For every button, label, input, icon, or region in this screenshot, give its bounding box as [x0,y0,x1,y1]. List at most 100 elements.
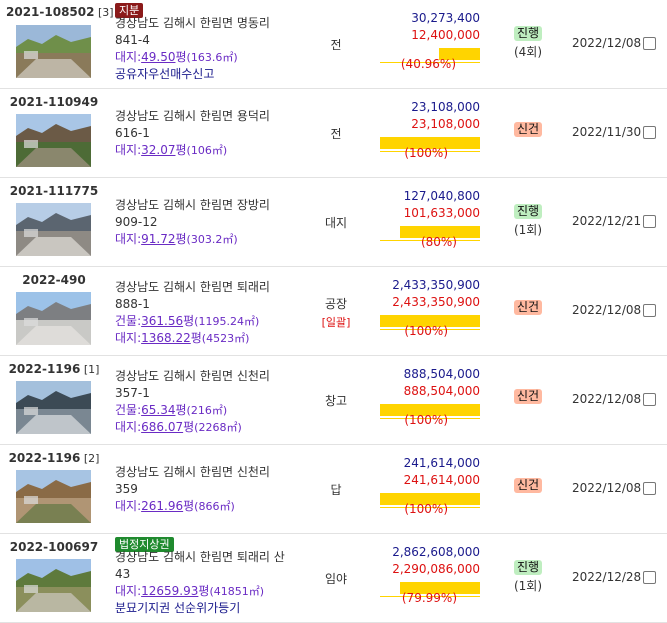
property-kind: 답 [300,481,372,498]
property-photo[interactable] [16,114,91,167]
min-price-ratio: (79.99%) [401,591,457,605]
case-number-text[interactable]: 2022-100697 [10,540,98,554]
area-label: 대지: [115,584,142,598]
area-info: 대지:12659.93평(41851㎡) [115,583,264,600]
property-kind: 창고 [300,392,372,409]
property-photo[interactable] [16,559,91,612]
auction-status: 진행 (1회) [512,560,544,594]
area-info: 대지:49.50평(163.6㎡) [115,49,238,66]
area-sqm: (4523㎡) [201,332,250,345]
auction-row[interactable]: 2022-490 경상남도 김해시 한림면 퇴래리 888-1 건물:361.56평(… [0,267,667,356]
select-checkbox[interactable] [643,482,656,495]
case-number-text[interactable]: 2022-490 [22,273,85,287]
auction-date: 2022/12/08 [572,481,642,495]
select-checkbox[interactable] [643,304,656,317]
case-sub-number: [1] [80,363,100,376]
auction-list: 2021-108502 [3] 지분 경상남도 김해시 한림면 명동리 841-4 대지… [0,0,667,623]
case-number-text[interactable]: 2021-111775 [10,184,98,198]
address-line: 경상남도 김해시 한림면 용덕리 [115,109,270,123]
auction-row[interactable]: 2022-1196 [2] 경상남도 김해시 한림면 신천리 359 대지:261.9… [0,445,667,534]
area-label: 건물: [115,403,142,417]
lot-number: 888-1 [115,297,150,311]
status-tag: 진행 [513,26,543,41]
appraisal-price: 2,862,608,000 [392,545,480,559]
case-number-text[interactable]: 2021-108502 [6,5,94,19]
minimum-price: 888,504,000 [403,384,480,398]
area-unit: 평 [175,143,187,157]
auction-status: 신건 [512,478,544,493]
area-pyeong: 91.72 [141,232,176,246]
area-sqm: (866㎡) [194,500,235,513]
case-number[interactable]: 2022-1196 [2] [6,451,102,465]
area-pyeong: 12659.93 [141,584,199,598]
area-pyeong: 361.56 [141,314,184,328]
area-label: 대지: [115,143,142,157]
area-label: 대지: [115,331,142,345]
minimum-price: 241,614,000 [403,473,480,487]
auction-row[interactable]: 2022-1196 [1] 경상남도 김해시 한림면 신천리 357-1 건물:65.… [0,356,667,445]
area-label: 건물: [115,314,142,328]
property-kind-label: 전 [330,38,342,52]
bid-round-count: (1회) [513,579,543,593]
address-line: 경상남도 김해시 한림면 퇴래리 [115,280,270,294]
case-number[interactable]: 2022-490 [6,273,102,287]
auction-row[interactable]: 2022-100697 법정지상권 경상남도 김해시 한림면 퇴래리 산 43 대지:1… [0,534,667,623]
auction-status: 신건 [512,300,544,315]
case-number[interactable]: 2021-108502 [3] [6,5,114,19]
case-number-text[interactable]: 2022-1196 [9,451,81,465]
area-unit: 평 [175,232,187,246]
status-tag: 신건 [513,478,543,493]
property-photo[interactable] [16,470,91,523]
case-number-text[interactable]: 2022-1196 [9,362,81,376]
area-unit: 평 [198,584,210,598]
auction-date: 2022/11/30 [572,125,642,139]
lot-number: 43 [115,567,131,581]
property-kind: 전 [300,125,372,142]
min-price-ratio: (100%) [404,324,448,338]
area-pyeong: 32.07 [141,143,176,157]
auction-status: 신건 [512,389,544,404]
area-unit: 평 [175,50,187,64]
select-checkbox[interactable] [643,393,656,406]
select-checkbox[interactable] [643,126,656,139]
property-kind-label: 답 [330,483,342,497]
select-checkbox[interactable] [643,37,656,50]
property-photo[interactable] [16,292,91,345]
area-unit: 평 [183,499,195,513]
case-number[interactable]: 2022-1196 [1] [6,362,102,376]
case-number-text[interactable]: 2021-110949 [10,95,98,109]
property-photo[interactable] [16,381,91,434]
area-info: 건물:361.56평(1195.24㎡) [115,313,259,330]
auction-row[interactable]: 2021-108502 [3] 지분 경상남도 김해시 한림면 명동리 841-4 대지… [0,0,667,89]
case-number[interactable]: 2021-110949 [6,95,102,109]
auction-row[interactable]: 2021-110949 경상남도 김해시 한림면 용덕리 616-1 대지:32.07… [0,89,667,178]
auction-row[interactable]: 2021-111775 경상남도 김해시 한림면 장방리 909-12 대지:91.7… [0,178,667,267]
area-pyeong: 65.34 [141,403,176,417]
status-tag: 신건 [513,122,543,137]
property-kind-label: 전 [330,127,342,141]
auction-date: 2022/12/08 [572,303,642,317]
select-checkbox[interactable] [643,215,656,228]
case-sub-number: [2] [80,452,100,465]
min-price-ratio: (100%) [404,146,448,160]
case-sub-number: [3] [94,6,114,19]
property-kind: 임야 [300,570,372,587]
property-photo[interactable] [16,25,91,78]
area-info: 대지:261.96평(866㎡) [115,498,235,515]
case-number[interactable]: 2022-100697 [6,540,102,554]
appraisal-price: 127,040,800 [403,189,480,203]
area-sqm: (2268㎡) [194,421,242,434]
area-info: 건물:65.34평(216㎡) [115,402,227,419]
area-pyeong: 686.07 [141,420,184,434]
lot-number: 841-4 [115,33,150,47]
area-info: 대지:686.07평(2268㎡) [115,419,242,436]
auction-status: 신건 [512,122,544,137]
area-pyeong: 1368.22 [141,331,191,345]
select-checkbox[interactable] [643,571,656,584]
property-kind-label: 대지 [324,216,348,230]
address-line: 경상남도 김해시 한림면 신천리 [115,369,270,383]
case-number[interactable]: 2021-111775 [6,184,102,198]
auction-status: 진행 (1회) [512,204,544,238]
address-line: 경상남도 김해시 한림면 신천리 [115,465,270,479]
property-photo[interactable] [16,203,91,256]
